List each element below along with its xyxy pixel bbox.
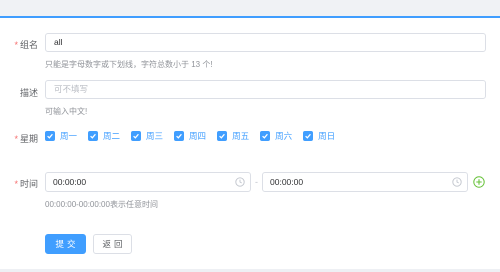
weekday-checkbox-fri[interactable]: 周五 — [217, 130, 249, 142]
required-mark: * — [14, 40, 18, 50]
weekday-checkbox-sun[interactable]: 周日 — [303, 130, 335, 142]
back-button[interactable]: 返回 — [93, 234, 132, 254]
time-hint: 00:00:00-00:00:00表示任意时间 — [45, 200, 158, 209]
top-header-bar — [0, 0, 500, 18]
weekday-checkbox-group: 周一 周二 周三 周四 周五 周六 周日 — [45, 130, 346, 142]
weekday-checkbox-sat[interactable]: 周六 — [260, 130, 292, 142]
name-hint: 只能是字母数字或下划线，字符总数小于 13 个! — [45, 60, 213, 69]
clock-icon — [452, 177, 462, 187]
checkbox-checked-icon — [174, 131, 185, 141]
checkbox-checked-icon — [217, 131, 228, 141]
add-time-range-icon[interactable] — [473, 176, 485, 188]
weekday-checkbox-tue[interactable]: 周二 — [88, 130, 120, 142]
checkbox-checked-icon — [303, 131, 314, 141]
checkbox-checked-icon — [131, 131, 142, 141]
weekday-checkbox-mon[interactable]: 周一 — [45, 130, 77, 142]
time-range-separator: - — [255, 177, 258, 187]
weekday-checkbox-wed[interactable]: 周三 — [131, 130, 163, 142]
clock-icon — [235, 177, 245, 187]
weekday-label: * 星期 — [14, 134, 38, 144]
name-input[interactable]: all — [45, 33, 486, 52]
start-time-picker[interactable]: 00:00:00 — [45, 172, 251, 192]
start-time-value: 00:00:00 — [53, 177, 87, 187]
checkbox-checked-icon — [88, 131, 99, 141]
time-label: * 时间 — [14, 179, 38, 189]
end-time-value: 00:00:00 — [270, 177, 304, 187]
checkbox-checked-icon — [45, 131, 55, 141]
name-label: * 组名 — [14, 40, 38, 50]
submit-button[interactable]: 提交 — [45, 234, 86, 254]
description-input[interactable]: 可不填写 — [45, 80, 486, 99]
description-label: 描述 — [19, 88, 38, 98]
checkbox-checked-icon — [260, 131, 271, 141]
end-time-picker[interactable]: 00:00:00 — [262, 172, 468, 192]
weekday-checkbox-thu[interactable]: 周四 — [174, 130, 206, 142]
description-hint: 可输入中文! — [45, 107, 88, 116]
